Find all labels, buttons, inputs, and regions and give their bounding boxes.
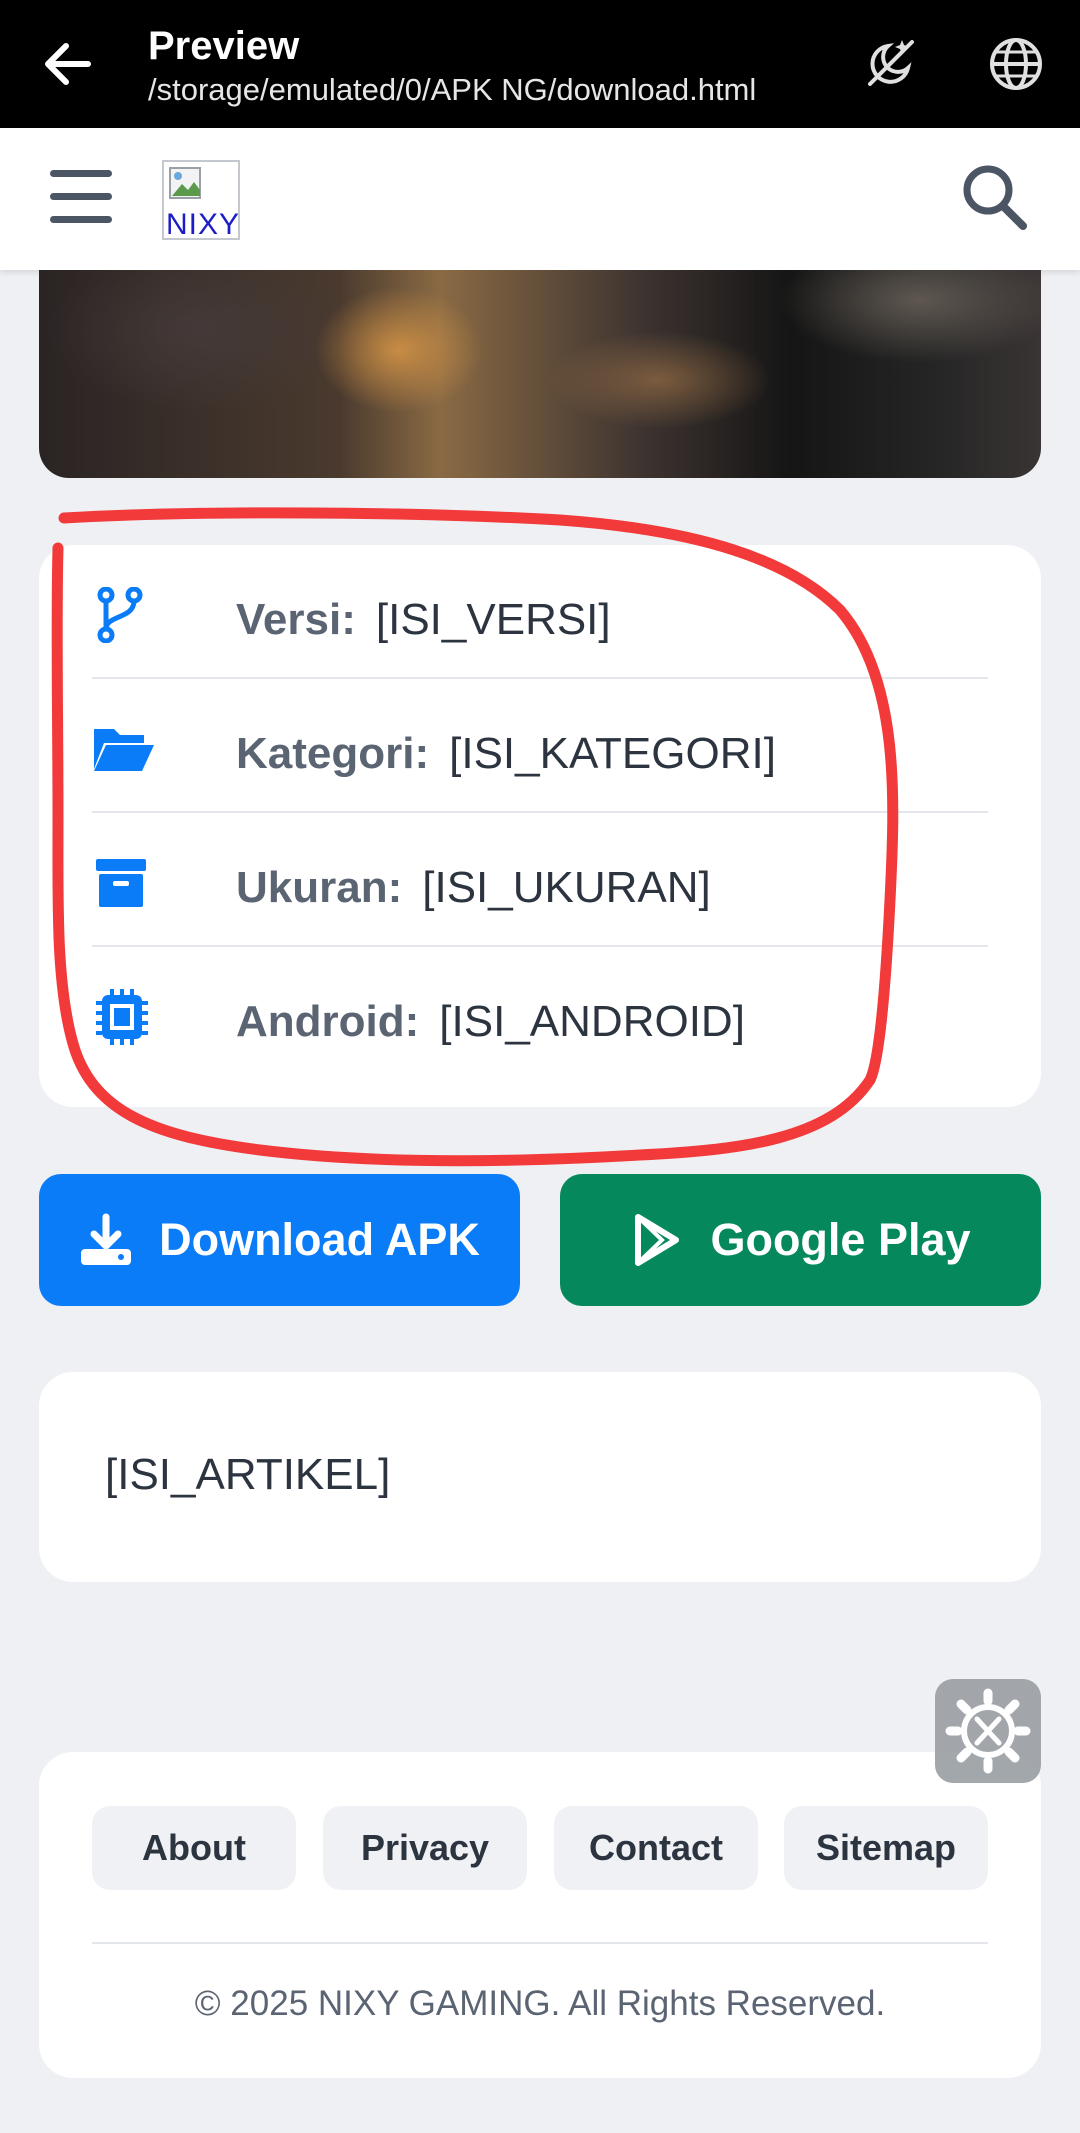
footer-link-contact[interactable]: Contact: [554, 1806, 758, 1890]
archive-box-icon: [96, 859, 146, 907]
article-text: [ISI_ARTIKEL]: [105, 1450, 391, 1499]
file-path: /storage/emulated/0/APK NG/download.html: [148, 72, 757, 107]
globe-icon[interactable]: [986, 34, 1046, 94]
info-value-kategori: [ISI_KATEGORI]: [449, 729, 776, 778]
back-arrow-icon[interactable]: [38, 34, 98, 94]
site-logo[interactable]: NIXY: [162, 160, 240, 240]
chip-icon: [96, 989, 148, 1045]
app-bar-title: Preview: [148, 24, 300, 68]
logo-alt-text: NIXY: [166, 208, 240, 240]
app-bar: Preview /storage/emulated/0/APK NG/downl…: [0, 0, 1080, 128]
app-info-card: Versi: [ISI_VERSI] Kategori: [ISI_KATEGORI…: [39, 545, 1041, 1107]
info-row-versi: Versi: [ISI_VERSI]: [92, 545, 988, 679]
folder-open-icon: [94, 729, 154, 771]
branch-icon: [97, 587, 143, 643]
info-label-kategori: Kategori: [ISI_KATEGORI]: [236, 729, 776, 778]
download-icon: [81, 1213, 132, 1265]
site-footer: About Privacy Contact Sitemap © 2025 NIX…: [39, 1752, 1041, 2078]
info-row-kategori: Kategori: [ISI_KATEGORI]: [92, 679, 988, 813]
copyright-text: © 2025 NIXY GAMING. All Rights Reserved.: [194, 1984, 886, 2023]
info-row-android: Android: [ISI_ANDROID]: [92, 947, 988, 1081]
footer-divider: [92, 1942, 988, 1944]
footer-link-privacy[interactable]: Privacy: [323, 1806, 527, 1890]
download-apk-button[interactable]: Download APK: [39, 1174, 520, 1306]
info-value-versi: [ISI_VERSI]: [375, 595, 611, 644]
hamburger-menu-icon[interactable]: [50, 170, 112, 226]
article-card: [ISI_ARTIKEL]: [39, 1372, 1041, 1582]
info-row-ukuran: Ukuran: [ISI_UKURAN]: [92, 813, 988, 947]
search-icon[interactable]: [960, 162, 1028, 232]
google-play-icon: [635, 1214, 680, 1266]
info-label-android: Android: [ISI_ANDROID]: [236, 997, 745, 1046]
broken-image-icon: [169, 167, 201, 199]
google-play-label: Google Play: [710, 1214, 971, 1265]
info-label-versi: Versi: [ISI_VERSI]: [236, 595, 611, 644]
info-label-ukuran: Ukuran: [ISI_UKURAN]: [236, 863, 711, 912]
dark-mode-toggle-icon[interactable]: [858, 32, 922, 96]
footer-link-about[interactable]: About: [92, 1806, 296, 1890]
settings-fab[interactable]: [935, 1679, 1041, 1783]
google-play-button[interactable]: Google Play: [560, 1174, 1041, 1306]
download-apk-label: Download APK: [159, 1214, 480, 1265]
gear-wrench-icon: [945, 1688, 1031, 1774]
info-value-ukuran: [ISI_UKURAN]: [422, 863, 711, 912]
footer-link-sitemap[interactable]: Sitemap: [784, 1806, 988, 1890]
hero-image: [39, 270, 1041, 478]
info-value-android: [ISI_ANDROID]: [439, 997, 745, 1046]
site-header: NIXY: [0, 128, 1080, 270]
